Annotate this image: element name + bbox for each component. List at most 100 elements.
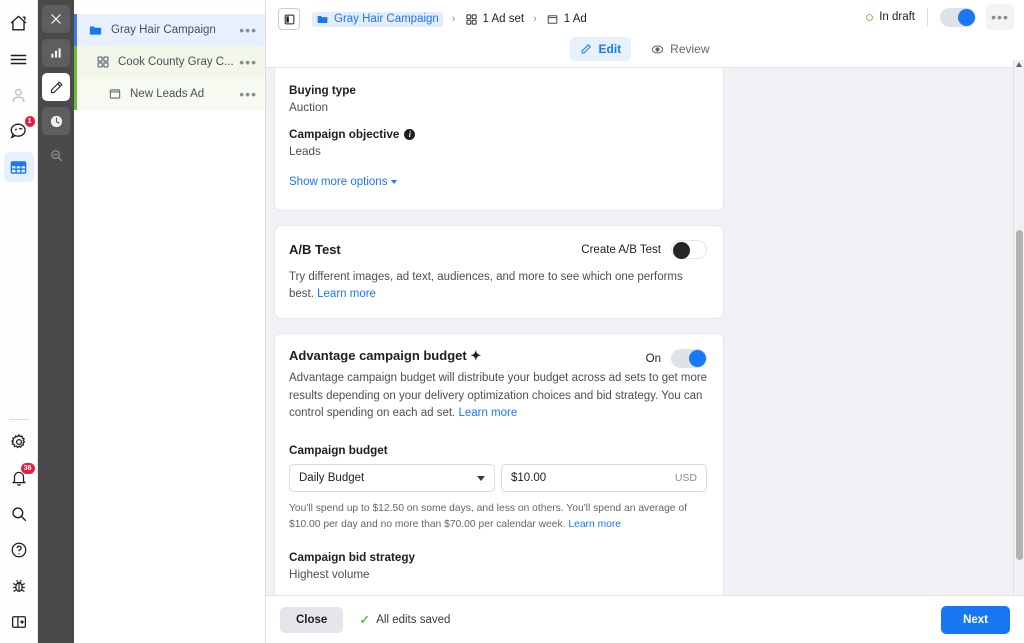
status-dot-icon [866,14,873,21]
budget-type-select[interactable]: Daily Budget [289,464,495,492]
ad-icon [108,87,122,101]
sparkle-icon: ✦ [470,348,481,363]
tab-review[interactable]: Review [641,37,719,61]
tree-row-label: Cook County Gray C... [118,56,239,68]
pencil-icon [580,43,592,55]
scrollbar-thumb[interactable] [1016,230,1023,560]
close-icon[interactable] [42,5,70,33]
tree-row-label: New Leads Ad [130,88,239,100]
ab-test-description: Try different images, ad text, audiences… [289,269,707,302]
pencil-icon[interactable] [42,73,70,101]
page-scrollbar[interactable] [1013,60,1024,595]
tab-edit-label: Edit [598,42,621,56]
app-rail: 1 36 [0,0,38,643]
editor-toolbar [38,0,74,643]
breadcrumb-ad[interactable]: 1 Ad [546,13,587,26]
tab-review-label: Review [670,42,709,56]
ab-test-toggle-group: Create A/B Test [581,240,707,259]
budget-hint-learn-more[interactable]: Learn more [568,519,621,530]
budget-hint-text: You'll spend up to $12.50 on some days, … [289,503,687,530]
toggle-knob [958,9,975,26]
budget-amount-value: $10.00 [511,472,546,484]
advantage-title-text: Advantage campaign budget [289,348,467,363]
person-icon[interactable] [4,80,34,110]
campaign-budget-label: Campaign budget [289,444,707,457]
advantage-header: Advantage campaign budget ✦ On [289,348,707,368]
zoom-icon[interactable] [42,141,70,169]
tree-row-menu[interactable]: ••• [239,90,257,98]
more-options-button[interactable]: ••• [986,4,1014,30]
tree-row-ad[interactable]: New Leads Ad ••• [74,78,265,110]
more-options-label: ••• [991,13,1009,21]
check-icon: ✓ [359,612,370,628]
advantage-toggle[interactable] [671,349,707,368]
panel-icon[interactable] [4,607,34,637]
budget-hint: You'll spend up to $12.50 on some days, … [289,501,717,533]
campaign-objective-value: Leads [289,145,703,158]
adset-icon [96,55,110,69]
menu-icon[interactable] [4,44,34,74]
breadcrumb-campaign-label: Gray Hair Campaign [334,13,439,25]
breadcrumb-campaign[interactable]: Gray Hair Campaign [312,12,443,27]
ab-test-toggle[interactable] [671,240,707,259]
adset-icon [465,13,478,26]
bug-icon[interactable] [4,571,34,601]
table-icon[interactable] [4,152,34,182]
bell-badge: 36 [20,462,36,475]
advantage-title: Advantage campaign budget ✦ [289,348,481,364]
ab-test-learn-more[interactable]: Learn more [317,288,376,300]
tree-row-campaign[interactable]: Gray Hair Campaign ••• [74,14,265,46]
basics-show-more-options[interactable]: Show more options [289,176,397,188]
budget-type-value: Daily Budget [299,472,364,484]
help-icon[interactable] [4,535,34,565]
tab-edit[interactable]: Edit [570,37,631,61]
search-icon[interactable] [4,499,34,529]
footer-bar: Close ✓ All edits saved Next [266,595,1024,643]
breadcrumb-separator: › [533,13,537,25]
advantage-campaign-budget-card: Advantage campaign budget ✦ On Advantage… [274,333,724,595]
gear-icon[interactable] [4,427,34,457]
chevron-down-icon [477,476,485,481]
bell-icon[interactable]: 36 [4,463,34,493]
breadcrumb-adset[interactable]: 1 Ad set [465,13,525,26]
adset-accent-bar [74,46,77,78]
home-icon[interactable] [4,8,34,38]
tree-row-menu[interactable]: ••• [239,58,257,66]
campaign-objective-group: Campaign objectivei Leads [289,128,703,158]
chart-icon[interactable] [42,39,70,67]
panel-toggle-icon[interactable] [278,8,300,30]
next-button[interactable]: Next [941,606,1010,634]
budget-amount-input[interactable]: $10.00 USD [501,464,707,492]
top-right-controls: In draft ••• [866,6,1014,28]
campaign-bid-strategy-label: Campaign bid strategy [289,551,707,564]
chat-badge: 1 [24,115,36,128]
campaign-active-toggle[interactable] [940,8,976,27]
campaign-budget-row: Daily Budget $10.00 USD [289,464,707,492]
campaign-accent-bar [74,14,77,46]
ab-test-header: A/B Test Create A/B Test [289,240,707,259]
advantage-learn-more[interactable]: Learn more [458,407,517,419]
breadcrumb-separator: › [452,13,456,25]
scroll-up-arrow-icon[interactable] [1016,62,1022,67]
breadcrumb: Gray Hair Campaign › 1 Ad set › 1 Ad In … [266,0,1024,32]
chat-icon[interactable]: 1 [4,116,34,146]
divider [927,8,928,26]
main-area: Gray Hair Campaign › 1 Ad set › 1 Ad In … [266,0,1024,643]
form-scroll-area[interactable]: Buying type Auction Campaign objectivei … [266,68,1024,595]
tree-row-adset[interactable]: Cook County Gray C... ••• [74,46,265,78]
save-status-label: All edits saved [376,614,450,626]
toggle-knob [689,350,706,367]
toggle-knob [673,242,690,259]
campaign-basics-card: Buying type Auction Campaign objectivei … [274,68,724,211]
close-button[interactable]: Close [280,607,343,633]
save-status: ✓ All edits saved [359,612,450,628]
buying-type-group: Buying type Auction [289,84,703,114]
folder-icon [316,13,329,26]
breadcrumb-ad-label: 1 Ad [564,13,587,25]
status-badge: In draft [879,11,915,23]
tree-row-label: Gray Hair Campaign [111,24,239,36]
tree-row-menu[interactable]: ••• [239,26,257,34]
campaign-bid-strategy-value: Highest volume [289,568,707,581]
info-icon[interactable]: i [404,129,415,140]
clock-icon[interactable] [42,107,70,135]
